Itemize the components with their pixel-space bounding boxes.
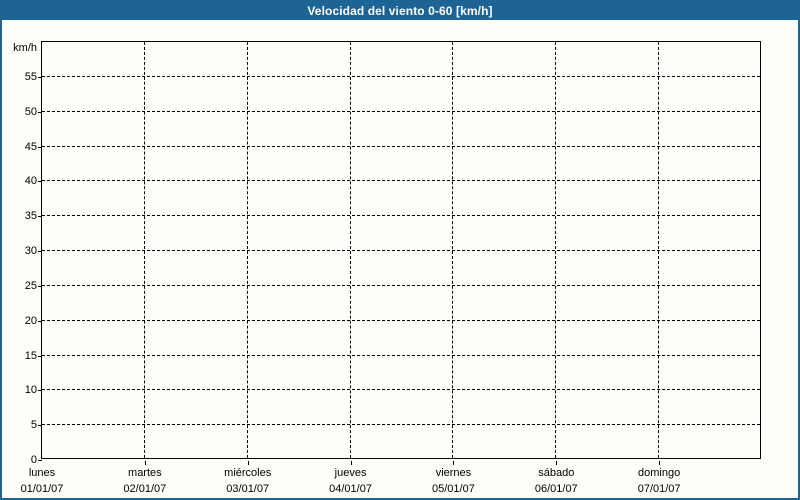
y-axis-tick (38, 76, 42, 78)
wind-speed-chart-widget: Velocidad del viento 0-60 [km/h] km/h 0 5… (0, 0, 800, 500)
gridline-vertical (246, 42, 248, 458)
chart-title: Velocidad del viento 0-60 [km/h] (307, 4, 493, 18)
gridline-vertical (452, 42, 454, 458)
gridline-vertical (143, 42, 145, 458)
gridline-horizontal (42, 389, 760, 391)
gridline-vertical (349, 42, 351, 458)
x-axis-tick (350, 461, 352, 465)
y-tick-label: 0 (30, 454, 37, 466)
y-axis-tick (38, 425, 42, 427)
plot-area (41, 41, 761, 459)
gridline-horizontal (42, 145, 760, 147)
y-tick-label: 15 (24, 349, 37, 362)
x-axis-tick (144, 461, 146, 465)
y-axis-tick (38, 216, 42, 218)
x-axis-tick (556, 461, 558, 465)
y-axis-tick (38, 390, 42, 392)
y-tick-label: 35 (24, 210, 37, 223)
y-axis-tick (38, 181, 42, 183)
gridline-horizontal (42, 75, 760, 77)
y-tick-label: 50 (24, 105, 37, 118)
y-tick-label: 20 (24, 314, 37, 327)
y-axis-unit-label: km/h (13, 42, 37, 54)
y-axis-tick (38, 251, 42, 252)
y-axis-tick (38, 111, 42, 113)
y-tick-label: 40 (24, 175, 37, 188)
y-axis-tick (38, 460, 42, 461)
y-tick-label: 55 (24, 70, 37, 83)
y-tick-label: 45 (24, 140, 37, 153)
y-axis-tick (38, 355, 42, 357)
y-axis-tick (38, 320, 42, 322)
chart-title-bar: Velocidad del viento 0-60 [km/h] (2, 2, 798, 20)
gridline-horizontal (42, 250, 760, 251)
gridline-vertical (555, 42, 557, 458)
y-axis-tick (38, 285, 42, 287)
x-axis-tick (453, 461, 455, 465)
y-tick-label: 5 (30, 419, 37, 432)
y-tick-label: 30 (24, 245, 37, 257)
gridline-horizontal (42, 110, 760, 112)
x-axis-tick (247, 461, 249, 465)
gridline-horizontal (42, 215, 760, 217)
x-day-label: domingo (638, 467, 681, 479)
y-tick-label: 10 (24, 384, 37, 397)
y-axis-tick (38, 146, 42, 148)
gridline-horizontal (42, 319, 760, 321)
x-axis-tick (659, 461, 661, 465)
gridline-horizontal (42, 354, 760, 356)
gridline-vertical (658, 42, 660, 458)
gridline-horizontal (42, 284, 760, 286)
gridline-horizontal (42, 180, 760, 182)
x-date-label: 07/01/07 (637, 483, 681, 495)
y-tick-label: 25 (24, 279, 37, 292)
gridline-horizontal (42, 424, 760, 426)
